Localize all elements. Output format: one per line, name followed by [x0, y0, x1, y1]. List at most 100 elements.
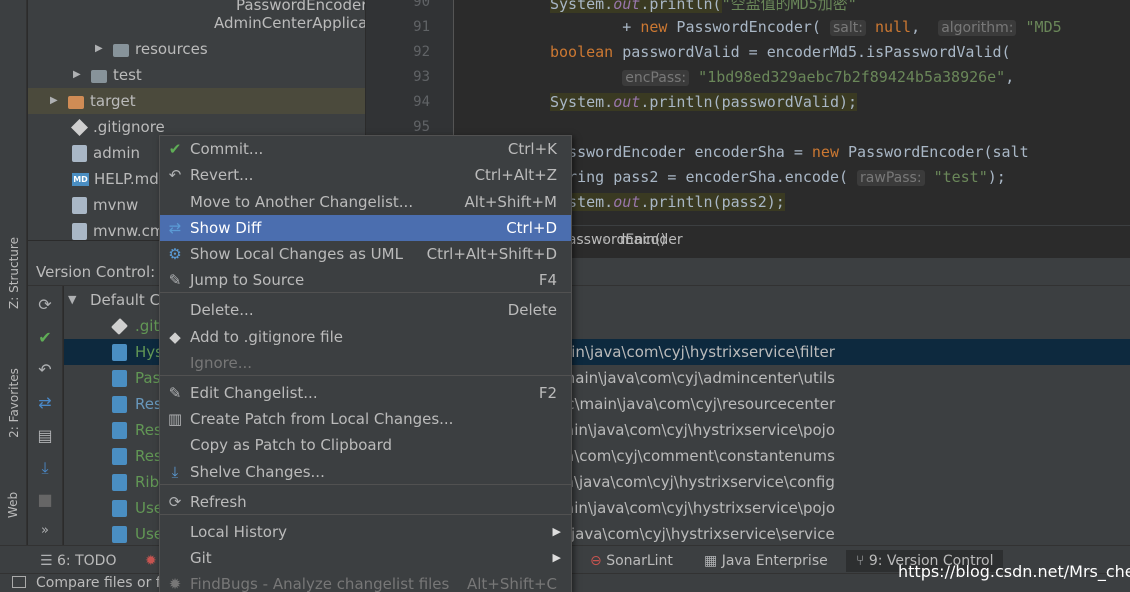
- java-file-icon: [112, 526, 127, 543]
- file-icon: [72, 144, 87, 162]
- structure-tab-label: Z: Structure: [6, 237, 21, 309]
- file-icon: [72, 222, 87, 240]
- patch-icon: ▥: [167, 410, 183, 428]
- git-icon: [111, 318, 128, 335]
- menu-item-edit-changelist[interactable]: ✎ Edit Changelist... F2: [160, 380, 571, 406]
- menu-item-label: Git: [190, 549, 212, 567]
- menu-item-refresh[interactable]: ⟳ Refresh: [160, 489, 571, 515]
- menu-item-label: Delete...: [190, 301, 254, 319]
- bug-icon[interactable]: ✹: [145, 550, 157, 572]
- rollback-icon[interactable]: ↶: [36, 361, 54, 379]
- java-file-icon: [112, 448, 127, 465]
- menu-item-commit[interactable]: ✔ Commit... Ctrl+K: [160, 136, 571, 162]
- menu-item-label: Ignore...: [190, 354, 252, 372]
- menu-item-show-local-changes-as-uml[interactable]: ⚙ Show Local Changes as UML Ctrl+Alt+Shift…: [160, 241, 571, 267]
- folder-icon: [113, 43, 129, 57]
- menu-item-ignore: Ignore...: [160, 350, 571, 376]
- expand-triangle-icon[interactable]: ▶: [50, 96, 60, 106]
- menu-item-shortcut: Ctrl+Alt+Z: [474, 166, 557, 184]
- java-file-icon: [112, 344, 127, 361]
- menu-item-local-history[interactable]: Local History ▶: [160, 519, 571, 545]
- context-menu: ✔ Commit... Ctrl+K ↶ Revert... Ctrl+Alt+Z Move…: [159, 135, 572, 592]
- code-line-94: System.out.println(passwordValid);: [550, 93, 858, 111]
- java-file-icon: [112, 422, 127, 439]
- list-icon: ☰: [40, 553, 58, 569]
- menu-item-revert[interactable]: ↶ Revert... Ctrl+Alt+Z: [160, 162, 571, 188]
- menu-item-shelve-changes[interactable]: ⤓ Shelve Changes...: [160, 459, 571, 485]
- tree-node[interactable]: ▶ target: [28, 88, 365, 114]
- menu-item-jump-to-source[interactable]: ✎ Jump to Source F4: [160, 267, 571, 293]
- code-line-90: System.out.println("空盐值的MD5加密": [550, 0, 857, 14]
- menu-item-create-patch-from-local-changes[interactable]: ▥ Create Patch from Local Changes...: [160, 406, 571, 432]
- left-tool-strip: Z: Structure 2: Favorites Web: [0, 0, 27, 545]
- shelve-icon[interactable]: ⤓: [36, 459, 54, 477]
- expand-triangle-icon[interactable]: ▶: [73, 70, 83, 80]
- branch-icon: ⑂: [856, 553, 869, 569]
- sonarlint-tab[interactable]: ⊖ SonarLint: [590, 550, 673, 572]
- tree-node-label: mvnw: [93, 196, 139, 214]
- menu-item-shortcut: Ctrl+Alt+Shift+D: [426, 245, 557, 263]
- toggle-panel-icon[interactable]: [12, 576, 26, 588]
- tree-node[interactable]: ▶ test: [28, 62, 365, 88]
- check-icon: ✔: [168, 140, 182, 158]
- code-line-92: boolean passwordValid = encoderMd5.isPas…: [550, 43, 1011, 61]
- refresh-icon[interactable]: ⟳: [36, 296, 54, 314]
- breadcrumb-method[interactable]: main(): [620, 232, 666, 248]
- menu-item-label: Commit...: [190, 140, 264, 158]
- menu-item-label: Move to Another Changelist...: [190, 193, 414, 211]
- code-line-97: String pass2 = encoderSha.encode( rawPas…: [550, 168, 1006, 186]
- more-icon[interactable]: »: [36, 522, 54, 540]
- menu-item-label: Show Local Changes as UML: [190, 245, 403, 263]
- git-icon: [71, 118, 88, 136]
- tree-node[interactable]: AdminCenterApplication: [28, 10, 365, 36]
- uml-icon: ⚙: [168, 245, 182, 263]
- menu-item-move-to-another-changelist[interactable]: Move to Another Changelist... Alt+Shift+M: [160, 189, 571, 215]
- commit-check-icon[interactable]: ✔: [36, 329, 54, 347]
- menu-item-label: Revert...: [190, 166, 254, 184]
- favorites-tab[interactable]: 2: Favorites: [0, 355, 27, 450]
- menu-item-shortcut: Alt+Shift+C: [466, 575, 557, 592]
- menu-item-shortcut: Ctrl+K: [507, 140, 557, 158]
- menu-item-findbugs-analyze-changelist-files: ✹ FindBugs - Analyze changelist files Alt+…: [160, 571, 571, 592]
- git-icon: ◆: [169, 328, 181, 346]
- menu-item-label: FindBugs - Analyze changelist files: [190, 575, 450, 592]
- menu-item-delete[interactable]: Delete... Delete: [160, 297, 571, 323]
- expand-triangle-icon[interactable]: ▶: [95, 44, 105, 54]
- code-line-93: encPass: "1bd98ed329aebc7b2f89424b5a3892…: [550, 68, 1014, 86]
- tree-node-label: resources: [135, 40, 208, 58]
- tree-node-label: AdminCenterApplication: [214, 14, 365, 32]
- java-file-icon: [112, 500, 127, 517]
- version-control-title: Version Control:: [36, 263, 156, 281]
- menu-item-shortcut: F2: [538, 384, 557, 402]
- menu-item-show-diff[interactable]: ⇄ Show Diff Ctrl+D: [160, 215, 571, 241]
- todo-tab[interactable]: ☰ 6: TODO: [40, 550, 116, 572]
- tree-node-label: target: [90, 92, 136, 110]
- java-file-icon: [112, 474, 127, 491]
- menu-item-label: Refresh: [190, 493, 247, 511]
- pencil-icon: ✎: [168, 271, 182, 289]
- todo-tab-label: 6: TODO: [57, 553, 117, 569]
- menu-item-label: Local History: [190, 523, 288, 541]
- diff-icon[interactable]: ⇄: [36, 394, 54, 412]
- menu-item-shortcut: Alt+Shift+M: [464, 193, 557, 211]
- menu-item-add-to-gitignore-file[interactable]: ◆ Add to .gitignore file: [160, 324, 571, 350]
- java-enterprise-icon: ▦: [704, 553, 722, 569]
- sonarlint-tab-label: SonarLint: [606, 553, 673, 569]
- shelve-icon: ⤓: [171, 463, 179, 481]
- tree-node[interactable]: ▶ resources: [28, 36, 365, 62]
- java-file-icon: [112, 396, 127, 413]
- menu-item-git[interactable]: Git ▶: [160, 545, 571, 571]
- expand-triangle-icon[interactable]: ▼: [68, 287, 76, 313]
- code-line-98: System.out.println(pass2);: [550, 193, 785, 211]
- tree-node-label: test: [113, 66, 142, 84]
- web-tab[interactable]: Web: [0, 480, 27, 530]
- revert-icon: ↶: [168, 166, 182, 184]
- java-enterprise-tab[interactable]: ▦ Java Enterprise: [704, 550, 828, 572]
- line-number: 90: [413, 0, 430, 10]
- menu-item-copy-as-patch-to-clipboard[interactable]: Copy as Patch to Clipboard: [160, 432, 571, 458]
- line-number: 94: [413, 94, 430, 110]
- structure-tab[interactable]: Z: Structure: [0, 228, 27, 318]
- patch-icon[interactable]: ■: [36, 491, 54, 509]
- changelist-icon[interactable]: ▤: [36, 427, 54, 445]
- tree-node-label: admin: [93, 144, 140, 162]
